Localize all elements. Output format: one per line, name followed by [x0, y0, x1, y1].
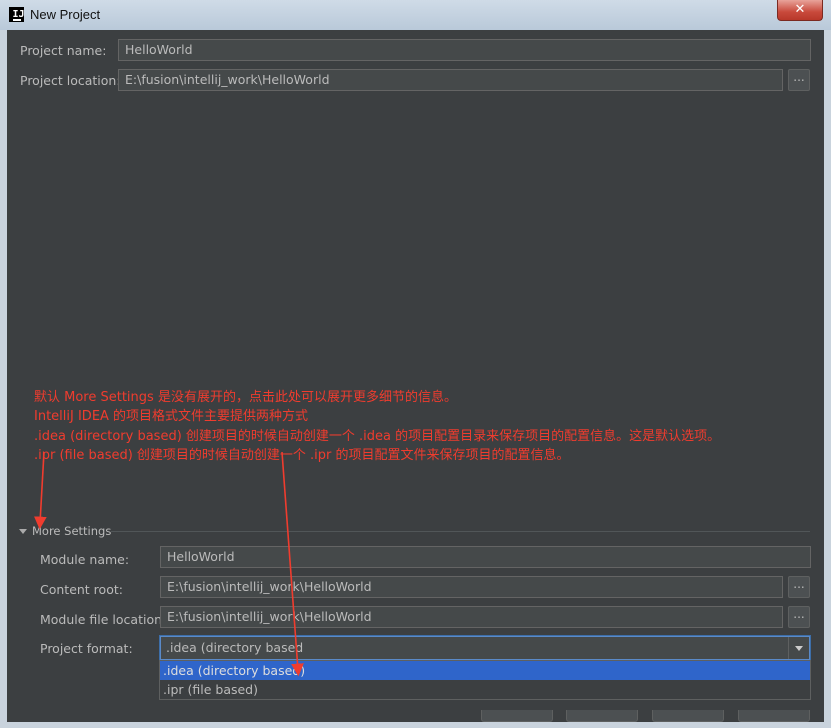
finish-button[interactable]	[566, 710, 638, 722]
annotation-line-1: 默认 More Settings 是没有展开的，点击此处可以展开更多细节的信息。	[34, 390, 457, 405]
annotation-line-4: .ipr (file based) 创建项目的时候自动创建一个 .ipr 的项目…	[34, 448, 570, 463]
previous-button[interactable]	[481, 710, 553, 722]
title-bar: IJ New Project ✕	[0, 0, 831, 31]
project-name-input[interactable]: HelloWorld	[118, 39, 811, 61]
help-button[interactable]	[738, 710, 810, 722]
dropdown-arrow-icon[interactable]	[788, 637, 809, 659]
project-location-input[interactable]: E:\fusion\intellij_work\HelloWorld	[118, 69, 783, 91]
option-ipr-file-based[interactable]: .ipr (file based)	[160, 680, 810, 699]
window-border-right	[824, 30, 831, 728]
more-settings-toggle[interactable]: More Settings	[17, 524, 127, 540]
content-root-input[interactable]: E:\fusion\intellij_work\HelloWorld	[160, 576, 783, 598]
project-name-label: Project name:	[20, 43, 107, 58]
more-settings-divider	[111, 531, 810, 532]
project-location-label: Project location:	[20, 73, 121, 88]
module-file-location-browse-button[interactable]: ...	[788, 606, 810, 628]
module-name-label: Module name:	[40, 552, 130, 567]
project-location-browse-button[interactable]: ...	[788, 69, 810, 91]
dialog-content: Project name: HelloWorld Project locatio…	[7, 30, 824, 722]
cancel-button[interactable]	[652, 710, 724, 722]
project-format-label: Project format:	[40, 641, 133, 656]
content-root-label: Content root:	[40, 582, 123, 597]
project-format-value: .idea (directory based	[166, 640, 304, 655]
window-border-left	[0, 30, 7, 728]
window-border-bottom	[0, 722, 831, 728]
window-title: New Project	[30, 7, 101, 22]
module-file-location-input[interactable]: E:\fusion\intellij_work\HelloWorld	[160, 606, 783, 628]
module-file-location-label: Module file location:	[40, 612, 167, 627]
annotation-line-3: .idea (directory based) 创建项目的时候自动创建一个 .i…	[34, 429, 721, 444]
intellij-logo-icon: IJ	[9, 7, 25, 22]
close-button[interactable]: ✕	[777, 0, 823, 21]
more-settings-label: More Settings	[32, 524, 112, 538]
module-name-input[interactable]: HelloWorld	[160, 546, 811, 568]
content-root-browse-button[interactable]: ...	[788, 576, 810, 598]
option-idea-directory-based[interactable]: .idea (directory based)	[160, 661, 810, 680]
annotation-line-2: IntelliJ IDEA 的项目格式文件主要提供两种方式	[34, 409, 309, 424]
expand-triangle-icon	[19, 529, 27, 534]
project-format-dropdown: .idea (directory based) .ipr (file based…	[159, 660, 811, 700]
project-format-select[interactable]: .idea (directory based	[160, 636, 810, 660]
